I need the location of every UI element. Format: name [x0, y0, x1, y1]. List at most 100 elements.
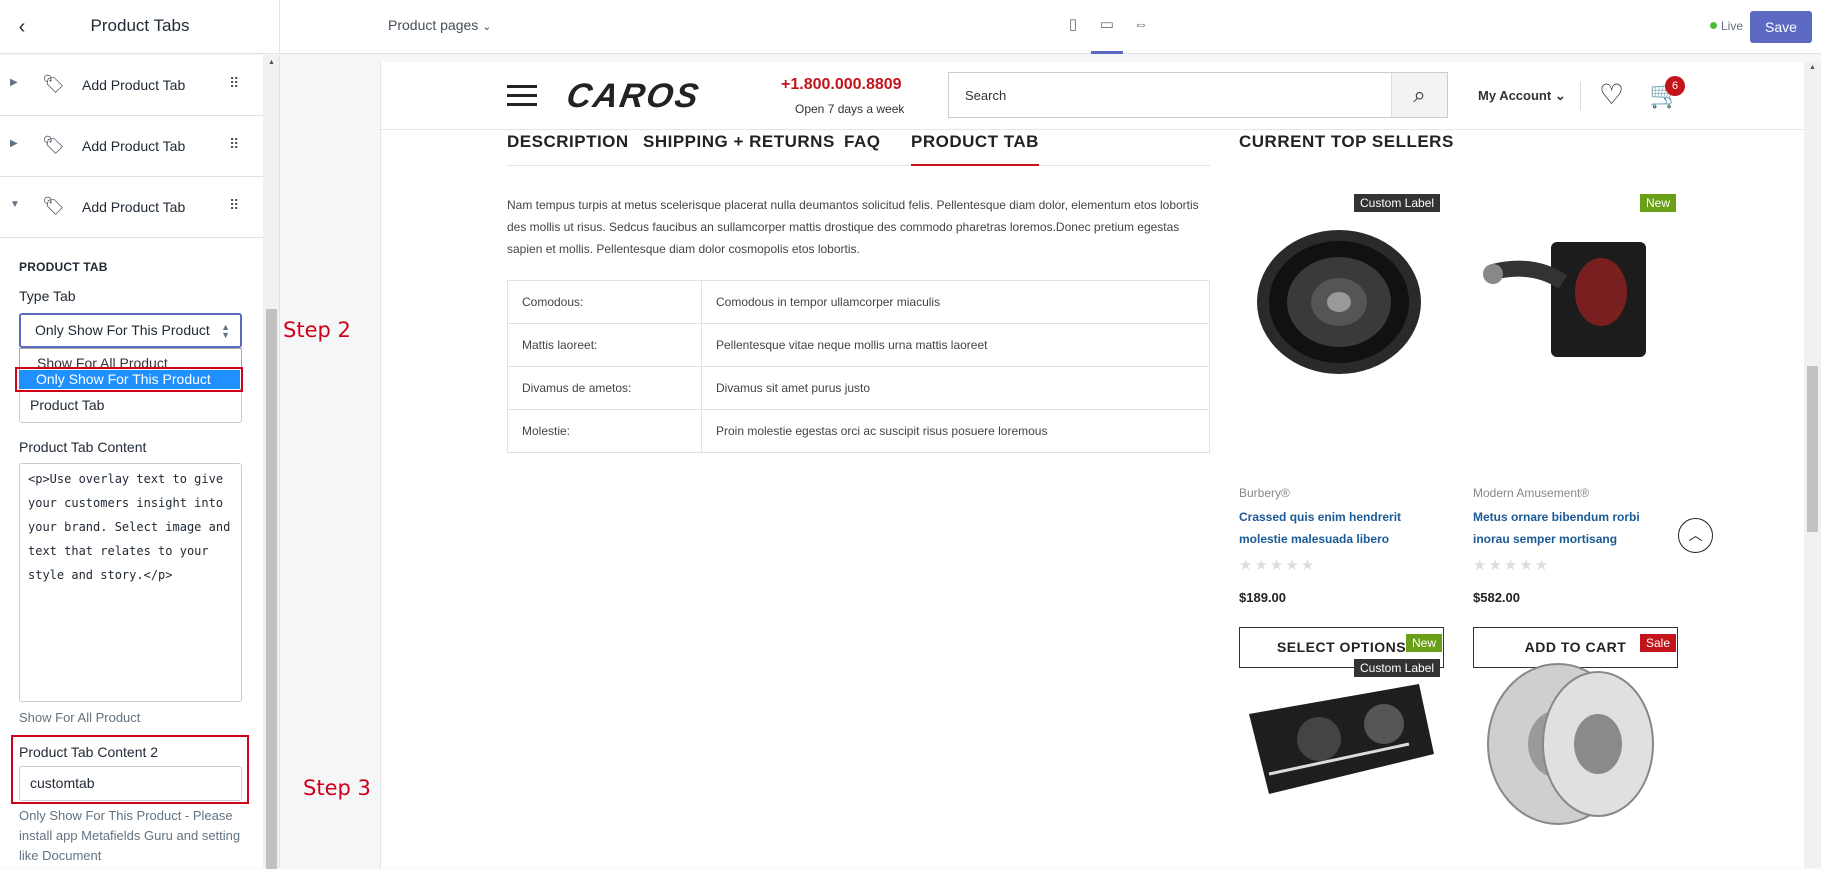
tab-product-tab[interactable]: PRODUCT TAB	[911, 132, 1039, 166]
speaker-image[interactable]	[1239, 202, 1444, 392]
section-heading: PRODUCT TAB	[19, 260, 108, 274]
select-arrows-icon: ▲ ▼	[221, 322, 230, 340]
cart-count-badge: 6	[1665, 76, 1685, 96]
table-row: Comodous: Comodous in tempor ullamcorper …	[507, 280, 1210, 324]
type-tab-select[interactable]: Only Show For This Product ▲ ▼	[19, 313, 242, 348]
scroll-up-icon[interactable]: ▲	[268, 59, 275, 66]
brake-rotor-image[interactable]	[1473, 644, 1678, 834]
block-row[interactable]: ▶ 🏷 Add Product Tab ⠿	[0, 116, 263, 177]
step2-annotation: Step 2	[283, 318, 351, 342]
store-phone[interactable]: +1.800.000.8809	[781, 76, 902, 94]
product-vendor[interactable]: Modern Amusement®	[1473, 486, 1589, 500]
preview-scrollbar[interactable]: ▲	[1804, 62, 1821, 868]
content-label: Product Tab Content	[19, 439, 147, 455]
table-row: Mattis laoreet: Pellentesque vitae neque …	[507, 323, 1210, 367]
spec-value: Comodous in tempor ullamcorper miaculis	[701, 280, 1210, 324]
product-price: $189.00	[1239, 590, 1286, 605]
caret-right-icon[interactable]: ▶	[10, 138, 18, 149]
product-vendor[interactable]: Burbery®	[1239, 486, 1290, 500]
highlight-box-step2	[15, 367, 243, 392]
product-name[interactable]: Crassed quis enim hendrerit molestie mal…	[1239, 506, 1444, 550]
spec-value: Pellentesque vitae neque mollis urna mat…	[701, 323, 1210, 367]
product-card: Custom Label Burbery® Crassed quis enim …	[1239, 192, 1444, 672]
menu-icon[interactable]	[507, 85, 537, 112]
product-price: $582.00	[1473, 590, 1520, 605]
tab-faq[interactable]: FAQ	[844, 132, 880, 166]
caret-right-icon[interactable]: ▶	[10, 77, 18, 88]
wishlist-icon[interactable]: ♡	[1599, 78, 1624, 111]
live-dot-icon	[1710, 22, 1717, 29]
type-tab-value: Only Show For This Product	[35, 322, 210, 338]
product-card: Sale	[1473, 634, 1678, 864]
tab-description-text: Nam tempus turpis at metus scelerisque p…	[507, 198, 1199, 256]
spec-table: Comodous: Comodous in tempor ullamcorper …	[507, 280, 1210, 453]
store-logo[interactable]: CAROS	[564, 77, 703, 116]
spec-key: Mattis laoreet:	[507, 323, 702, 367]
drag-handle-icon[interactable]: ⠿	[229, 75, 239, 92]
product-badge: Custom Label	[1354, 194, 1441, 212]
search-icon[interactable]: ⌕	[1391, 73, 1447, 117]
spec-value: Proin molestie egestas orci ac suscipit …	[701, 409, 1210, 453]
back-to-top-icon[interactable]: ︿	[1678, 518, 1713, 553]
step3-annotation: Step 3	[303, 776, 371, 800]
block-row[interactable]: ▶ 🏷 Add Product Tab ⠿	[0, 55, 263, 116]
spec-value: Divamus sit amet purus justo	[701, 366, 1210, 410]
tag-icon: 🏷	[42, 196, 65, 216]
full-width-icon[interactable]: ⇔	[1131, 14, 1151, 36]
content2-label: Product Tab Content 2	[19, 744, 159, 760]
product-badge-2: Custom Label	[1354, 659, 1441, 677]
store-preview: CAROS +1.800.000.8809 Open 7 days a week…	[380, 62, 1804, 868]
rating-stars: ★★★★★	[1473, 557, 1551, 574]
spec-key: Comodous:	[507, 280, 702, 324]
tab-title-input[interactable]: Product Tab	[19, 388, 242, 423]
scroll-up-icon[interactable]: ▲	[1809, 64, 1816, 71]
caret-down-icon[interactable]: ▼	[10, 199, 20, 210]
product-badge: New	[1406, 634, 1443, 652]
header-divider	[1580, 82, 1581, 110]
store-header: CAROS +1.800.000.8809 Open 7 days a week…	[381, 62, 1804, 130]
block-label: Add Product Tab	[82, 77, 186, 93]
top-sellers-title: CURRENT TOP SELLERS	[1239, 132, 1454, 151]
live-label: Live	[1721, 19, 1744, 33]
content-textarea[interactable]: <p>Use overlay text to give your custome…	[19, 463, 242, 702]
page-type-label: Product pages	[388, 17, 479, 33]
settings-sidebar: ▶ 🏷 Add Product Tab ⠿ ▶ 🏷 Add Product Ta…	[0, 55, 263, 868]
drag-handle-icon[interactable]: ⠿	[229, 197, 239, 214]
tag-icon: 🏷	[42, 74, 65, 94]
store-hours: Open 7 days a week	[795, 102, 905, 116]
product-name[interactable]: Metus ornare bibendum rorbi inorau sempe…	[1473, 506, 1678, 550]
product-badge: Sale	[1640, 634, 1677, 652]
drag-handle-icon[interactable]: ⠿	[229, 136, 239, 153]
tab-description[interactable]: DESCRIPTION	[507, 132, 629, 166]
mobile-icon[interactable]: ▯	[1063, 14, 1083, 36]
tag-icon: 🏷	[42, 135, 65, 155]
table-row: Divamus de ametos: Divamus sit amet purus…	[507, 366, 1210, 410]
product-card: New Custom Label	[1239, 634, 1444, 864]
scroll-thumb[interactable]	[266, 309, 277, 869]
store-search[interactable]: Search ⌕	[948, 72, 1448, 118]
content-help: Show For All Product	[19, 710, 141, 725]
block-row-expanded[interactable]: ▼ 🏷 Add Product Tab ⠿	[0, 177, 263, 238]
my-account-link[interactable]: My Account ⌄	[1478, 88, 1566, 104]
save-button[interactable]: Save	[1750, 11, 1812, 43]
table-row: Molestie: Proin molestie egestas orci ac …	[507, 409, 1210, 453]
device-switcher: ▯ ▭ ⇔	[1063, 14, 1151, 54]
content2-input[interactable]: customtab	[19, 766, 242, 801]
type-tab-label: Type Tab	[19, 288, 76, 304]
desktop-icon[interactable]: ▭	[1091, 14, 1123, 54]
sidebar-scrollbar[interactable]: ▲	[263, 55, 280, 869]
topbar-left: ‹ Product Tabs	[0, 0, 280, 54]
tab-shipping[interactable]: SHIPPING + RETURNS	[643, 132, 835, 166]
block-label: Add Product Tab	[82, 138, 186, 154]
air-intake-image[interactable]	[1473, 202, 1678, 392]
scroll-thumb[interactable]	[1807, 366, 1818, 532]
product-tabs: DESCRIPTION SHIPPING + RETURNS FAQ PRODU…	[507, 132, 1210, 166]
product-badge: New	[1640, 194, 1677, 212]
page-title: Product Tabs	[90, 16, 190, 35]
page-type-select[interactable]: Product pages ⌄	[388, 17, 492, 33]
search-input[interactable]: Search	[965, 88, 1006, 103]
block-label: Add Product Tab	[82, 199, 186, 215]
content2-help: Only Show For This Product - Please inst…	[19, 808, 241, 863]
rating-stars: ★★★★★	[1239, 557, 1317, 574]
spec-key: Divamus de ametos:	[507, 366, 702, 410]
